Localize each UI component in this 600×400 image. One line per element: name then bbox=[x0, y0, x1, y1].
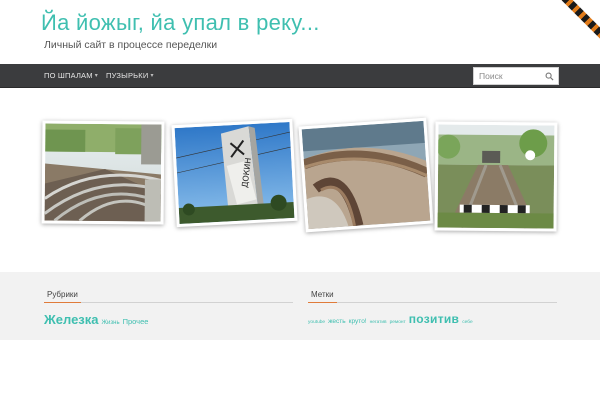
nav-item-po-shpalam[interactable]: По шпалам ▾ bbox=[44, 64, 98, 88]
tag-link[interactable]: круто! bbox=[349, 318, 367, 325]
gallery-photo-overgrown-tracks[interactable] bbox=[434, 121, 558, 232]
categories-widget-title: Рубрики bbox=[44, 290, 81, 303]
station-sign-image: ДОКИН bbox=[174, 122, 295, 224]
category-link[interactable]: Железка bbox=[44, 312, 99, 327]
widget-divider bbox=[44, 302, 293, 303]
chevron-down-icon: ▾ bbox=[150, 73, 154, 79]
gallery-photo-rail-closeup[interactable] bbox=[298, 117, 434, 233]
category-cloud: Железка Жизнь Прочее bbox=[44, 312, 293, 327]
search-input[interactable] bbox=[474, 68, 544, 84]
chevron-down-icon: ▾ bbox=[94, 73, 98, 79]
site-description: Личный сайт в процессе переделки bbox=[44, 39, 218, 51]
footer-widgets: Рубрики Железка Жизнь Прочее Метки youtu… bbox=[0, 272, 600, 340]
widget-divider bbox=[308, 302, 557, 303]
tag-cloud: youtube жесть круто! негатив ремонт пози… bbox=[308, 312, 557, 326]
tags-widget: Метки youtube жесть круто! негатив ремон… bbox=[308, 284, 557, 326]
category-link[interactable]: Прочее bbox=[123, 317, 149, 326]
tag-link[interactable]: себе bbox=[462, 320, 472, 325]
photo-gallery: ДОКИН bbox=[0, 88, 600, 272]
category-link[interactable]: Жизнь bbox=[102, 320, 120, 326]
tag-link[interactable]: жесть bbox=[328, 318, 346, 325]
gallery-photo-tracks[interactable] bbox=[41, 120, 165, 225]
ribbon-stripe bbox=[560, 0, 600, 40]
gallery-photo-station-sign[interactable]: ДОКИН bbox=[171, 118, 298, 228]
tag-link[interactable]: негатив bbox=[370, 320, 387, 325]
tag-link[interactable]: позитив bbox=[409, 312, 460, 326]
tag-link[interactable]: ремонт bbox=[390, 320, 406, 325]
search-box bbox=[473, 67, 559, 85]
main-navigation: По шпалам ▾ Пузырьки ▾ bbox=[0, 64, 600, 88]
corner-ribbon bbox=[560, 0, 600, 40]
tracks-image bbox=[44, 123, 162, 222]
tag-link[interactable]: youtube bbox=[308, 320, 325, 325]
nav-item-puzyrki[interactable]: Пузырьки ▾ bbox=[106, 64, 154, 88]
tags-widget-title: Метки bbox=[308, 290, 337, 303]
rail-closeup-image bbox=[301, 120, 431, 230]
search-icon[interactable] bbox=[545, 72, 554, 81]
site-title[interactable]: Йа йожыг, йа упал в реку... bbox=[41, 10, 320, 36]
nav-item-label: Пузырьки bbox=[106, 71, 149, 80]
overgrown-tracks-image bbox=[437, 124, 555, 229]
categories-widget: Рубрики Железка Жизнь Прочее bbox=[44, 284, 293, 327]
nav-item-label: По шпалам bbox=[44, 71, 93, 80]
